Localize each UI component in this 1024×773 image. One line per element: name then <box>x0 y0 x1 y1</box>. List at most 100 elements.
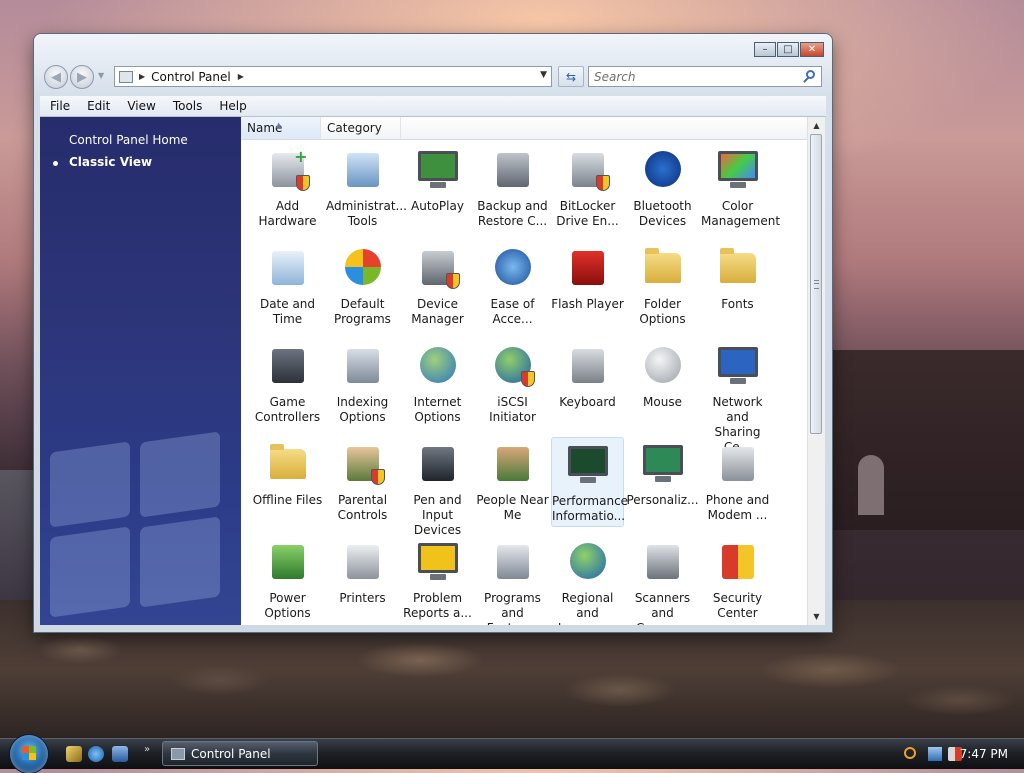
breadcrumb-chevron-icon[interactable]: ▶ <box>238 72 244 81</box>
cp-item-fonts[interactable]: Fonts <box>701 241 774 331</box>
icon-shape <box>721 447 754 481</box>
cp-item-label: Administrat... Tools <box>326 199 407 228</box>
cp-item-bitlocker[interactable]: BitLocker Drive En... <box>551 143 624 233</box>
iscsi-initiator-icon <box>489 341 537 389</box>
notification-area: 7:47 PM <box>884 739 1024 769</box>
cp-item-label: AutoPlay <box>411 199 464 213</box>
cp-item-regional-language[interactable]: Regional and Language ... <box>551 535 624 625</box>
column-name[interactable]: Name ▲ <box>241 117 321 139</box>
icon-shape <box>419 347 456 383</box>
cp-item-power-options[interactable]: Power Options <box>251 535 324 625</box>
menu-bar: File Edit View Tools Help <box>40 96 826 117</box>
cp-item-problem-reports[interactable]: Problem Reports a... <box>401 535 474 625</box>
network-icon[interactable] <box>928 747 942 761</box>
search-input[interactable] <box>594 69 794 84</box>
cp-item-pen-input[interactable]: Pen and Input Devices <box>401 437 474 537</box>
menu-edit[interactable]: Edit <box>77 99 117 113</box>
cp-item-bluetooth[interactable]: Bluetooth Devices <box>626 143 699 233</box>
vertical-scrollbar[interactable]: ▲ ▼ <box>807 117 825 625</box>
icon-shape <box>346 153 379 187</box>
classic-view-link[interactable]: Classic View <box>69 155 152 169</box>
flash-player-icon <box>564 243 612 291</box>
breadcrumb-chevron-icon[interactable]: ▶ <box>139 72 145 81</box>
cp-item-label: Keyboard <box>559 395 616 409</box>
cp-item-ease-of-access[interactable]: Ease of Acce... <box>476 241 549 331</box>
menu-view[interactable]: View <box>117 99 162 113</box>
refresh-button[interactable]: ⇆ <box>558 66 584 87</box>
cp-item-color-management[interactable]: Color Management <box>701 143 780 233</box>
start-button[interactable] <box>10 735 48 773</box>
search-icon[interactable] <box>806 70 815 79</box>
cp-item-offline-files[interactable]: Offline Files <box>251 437 324 527</box>
cp-item-default-programs[interactable]: Default Programs <box>326 241 399 331</box>
cp-item-programs-features[interactable]: Programs and Features <box>476 535 549 625</box>
cp-item-label: Flash Player <box>551 297 624 311</box>
windows-flag-watermark <box>50 441 130 528</box>
internet-explorer-icon[interactable] <box>88 746 104 762</box>
cp-item-label: Add Hardware <box>258 199 317 228</box>
cp-item-autoplay[interactable]: AutoPlay <box>401 143 474 233</box>
address-dropdown-icon[interactable]: ▼ <box>540 70 547 80</box>
cp-item-indexing-options[interactable]: Indexing Options <box>326 339 399 429</box>
cp-item-label: People Near Me <box>476 493 549 522</box>
search-box[interactable] <box>588 66 822 87</box>
column-category[interactable]: Category <box>321 117 401 139</box>
control-panel-window[interactable]: – □ ✕ ◀ ▶ ▼ ▶ Control Panel ▶ ▼ ⇆ File E… <box>34 34 832 632</box>
switch-windows-icon[interactable] <box>112 746 128 762</box>
minimize-button[interactable]: – <box>754 42 776 57</box>
taskbar-button-control-panel[interactable]: Control Panel <box>162 741 318 766</box>
scroll-down-icon[interactable]: ▼ <box>808 608 825 625</box>
people-near-me-icon <box>489 439 537 487</box>
cp-item-flash-player[interactable]: Flash Player <box>551 241 624 331</box>
address-bar[interactable]: ▶ Control Panel ▶ ▼ <box>114 66 552 87</box>
cp-item-folder-options[interactable]: Folder Options <box>626 241 699 331</box>
cp-item-security-center[interactable]: Security Center <box>701 535 774 625</box>
control-panel-home-link[interactable]: Control Panel Home <box>69 133 188 147</box>
cp-item-parental-controls[interactable]: Parental Controls <box>326 437 399 527</box>
cp-item-add-hardware[interactable]: + Add Hardware <box>251 143 324 233</box>
scroll-up-icon[interactable]: ▲ <box>808 117 825 134</box>
menu-file[interactable]: File <box>40 99 77 113</box>
cp-item-label: Regional and Language ... <box>558 591 617 625</box>
pen-input-icon <box>414 439 462 487</box>
uac-shield-icon <box>595 175 610 191</box>
cp-item-label: Date and Time <box>259 297 316 326</box>
cp-item-scanners-cameras[interactable]: Scanners and Cameras <box>626 535 699 625</box>
desktop-sea <box>0 470 34 610</box>
cp-item-device-manager[interactable]: Device Manager <box>401 241 474 331</box>
cp-item-backup-restore[interactable]: Backup and Restore C... <box>476 143 549 233</box>
parental-controls-icon <box>339 439 387 487</box>
cp-item-game-controllers[interactable]: Game Controllers <box>251 339 324 429</box>
windows-logo-icon <box>22 746 36 760</box>
performance-icon <box>564 440 612 488</box>
cp-item-performance[interactable]: Performance Informatio... <box>551 437 628 527</box>
cp-item-mouse[interactable]: Mouse <box>626 339 699 429</box>
cp-item-printers[interactable]: Printers <box>326 535 399 625</box>
cp-item-keyboard[interactable]: Keyboard <box>551 339 624 429</box>
cp-item-date-time[interactable]: Date and Time <box>251 241 324 331</box>
cp-item-administrative-tools[interactable]: Administrat... Tools <box>326 143 407 233</box>
cp-item-label: Offline Files <box>252 493 323 507</box>
scroll-thumb[interactable] <box>810 134 822 434</box>
menu-help[interactable]: Help <box>209 99 253 113</box>
chevron-right-icon[interactable]: » <box>144 744 150 755</box>
back-button[interactable]: ◀ <box>44 65 68 89</box>
recent-pages-dropdown[interactable]: ▼ <box>98 71 104 80</box>
cp-item-label: Indexing Options <box>336 395 389 424</box>
search-tray-icon[interactable] <box>904 747 916 759</box>
forward-button[interactable]: ▶ <box>70 65 94 89</box>
cp-item-people-near-me[interactable]: People Near Me <box>476 437 549 527</box>
clock[interactable]: 7:47 PM <box>960 747 1008 761</box>
icon-shape <box>496 153 529 187</box>
menu-tools[interactable]: Tools <box>163 99 210 113</box>
cp-item-network-sharing[interactable]: Network and Sharing Ce... <box>701 339 774 454</box>
close-button[interactable]: ✕ <box>800 42 824 57</box>
breadcrumb-control-panel[interactable]: Control Panel <box>151 70 231 84</box>
cp-item-iscsi-initiator[interactable]: iSCSI Initiator <box>476 339 549 429</box>
cp-item-phone-modem[interactable]: Phone and Modem ... <box>701 437 774 527</box>
maximize-button[interactable]: □ <box>777 42 799 57</box>
windows-flag-watermark <box>140 516 220 608</box>
cp-item-internet-options[interactable]: Internet Options <box>401 339 474 429</box>
show-desktop-icon[interactable] <box>66 746 82 762</box>
cp-item-personalization[interactable]: Personaliz... <box>626 437 699 527</box>
